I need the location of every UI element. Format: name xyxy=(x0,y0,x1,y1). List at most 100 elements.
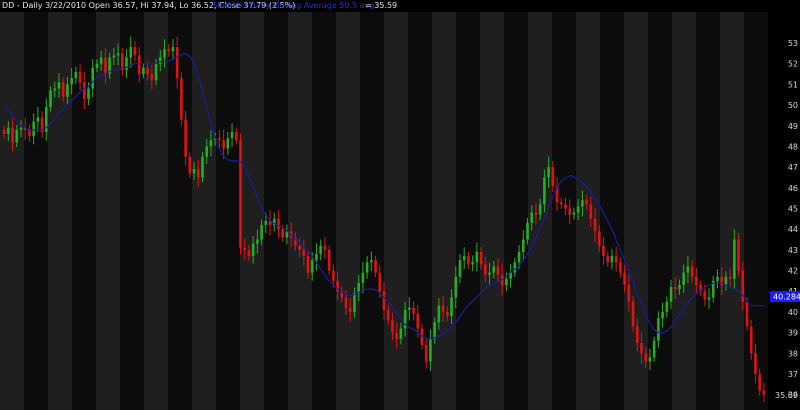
period-band xyxy=(96,12,120,410)
price-bar-body xyxy=(222,140,225,149)
price-bar-body xyxy=(370,260,373,263)
period-band xyxy=(696,12,720,410)
price-bar xyxy=(737,233,740,277)
price-bar-body xyxy=(627,285,631,302)
price-bar-body xyxy=(196,169,200,178)
price-bar-body xyxy=(513,262,517,273)
price-bar-body xyxy=(589,204,593,219)
period-band xyxy=(240,12,264,410)
chart-header: DD - Daily 3/22/2010 Open 36.57, Hi 37.9… xyxy=(2,1,397,10)
price-bar-body xyxy=(150,74,154,81)
price-bar-body xyxy=(99,57,103,64)
y-tick-label: 38 xyxy=(788,349,798,358)
price-bar-body xyxy=(505,278,508,286)
price-bar-body xyxy=(264,220,268,226)
price-bar-body xyxy=(365,262,369,273)
price-bar-body xyxy=(256,239,259,244)
price-bar-body xyxy=(475,251,479,263)
price-bar-body xyxy=(446,311,449,317)
y-tick-label: 43 xyxy=(788,246,798,255)
period-band xyxy=(408,12,432,410)
last-value-label: 35.69 xyxy=(775,391,798,400)
price-bar-body xyxy=(344,297,348,308)
price-bar-body xyxy=(129,47,133,58)
y-tick-label: 52 xyxy=(788,60,798,69)
price-bar-body xyxy=(28,129,31,137)
price-bar-body xyxy=(2,129,6,135)
price-bar-body xyxy=(408,307,411,310)
price-bar-body xyxy=(201,156,204,178)
price-bar-body xyxy=(175,47,179,79)
price-bar-body xyxy=(87,88,90,99)
period-band xyxy=(672,12,696,410)
price-bar-body xyxy=(467,256,470,265)
period-band xyxy=(336,12,360,410)
price-bar-body xyxy=(458,260,462,277)
period-band xyxy=(360,12,384,410)
period-band xyxy=(264,12,288,410)
y-tick-label: 49 xyxy=(788,122,798,131)
price-bar-body xyxy=(479,251,483,265)
price-bar-body xyxy=(74,71,78,79)
price-bar-body xyxy=(657,318,660,341)
price-bar-body xyxy=(564,204,567,209)
price-bar-body xyxy=(488,272,491,275)
price-bar-body xyxy=(568,208,572,215)
price-bar-body xyxy=(11,127,14,143)
price-bar-body xyxy=(686,266,690,273)
price-bar-body xyxy=(386,309,390,321)
price-bar-body xyxy=(585,200,588,205)
y-tick-label: 46 xyxy=(788,184,798,193)
price-bar-body xyxy=(205,146,209,157)
price-bar-body xyxy=(602,245,605,257)
price-bar-body xyxy=(648,357,652,362)
price-bar-body xyxy=(462,256,466,261)
price-bar-body xyxy=(180,78,183,120)
price-bar-body xyxy=(247,249,251,257)
price-chart[interactable]: 363738394041424344454647484950515253 40.… xyxy=(0,0,800,410)
last-price-tag-label: 40.2844 xyxy=(773,293,800,302)
period-band xyxy=(744,12,768,410)
price-bar-body xyxy=(399,328,403,339)
price-bar-body xyxy=(433,322,436,339)
price-bar-body xyxy=(167,49,171,52)
price-bar-body xyxy=(559,202,563,205)
price-bar-body xyxy=(163,49,166,58)
price-bar-body xyxy=(543,177,546,205)
price-bar-body xyxy=(631,301,635,327)
price-bar-body xyxy=(551,167,555,186)
price-bar-body xyxy=(534,212,538,215)
price-bar-body xyxy=(454,276,458,298)
period-band xyxy=(384,12,408,410)
price-bar-body xyxy=(158,57,162,64)
price-bar-body xyxy=(374,260,377,273)
price-bar-body xyxy=(673,287,677,290)
period-band xyxy=(168,12,192,410)
price-bar-body xyxy=(133,47,137,56)
price-bar-body xyxy=(471,262,474,265)
price-bar-body xyxy=(104,57,107,75)
price-bar-body xyxy=(49,90,52,108)
period-bands xyxy=(0,12,768,410)
price-bar-body xyxy=(635,326,639,343)
price-bar-body xyxy=(260,225,263,240)
price-bar-body xyxy=(610,256,614,263)
price-bar-body xyxy=(61,82,65,97)
price-bar-body xyxy=(441,305,445,312)
price-bar-body xyxy=(91,67,95,89)
price-bar-body xyxy=(116,53,120,56)
period-band xyxy=(600,12,624,410)
indicator-header: Modified Daily Moving Average 50.5 avg. xyxy=(213,1,377,10)
price-bar-body xyxy=(492,266,496,273)
period-band xyxy=(504,12,528,410)
y-tick-label: 51 xyxy=(788,80,798,89)
y-tick-label: 53 xyxy=(788,39,798,48)
price-bar-body xyxy=(690,266,694,277)
price-bar-body xyxy=(361,272,365,283)
price-bar-body xyxy=(83,82,86,99)
price-bar-body xyxy=(302,249,306,257)
price-bar-body xyxy=(395,332,398,339)
y-tick-label: 44 xyxy=(788,225,798,234)
y-tick-label: 47 xyxy=(788,163,798,172)
period-band xyxy=(456,12,480,410)
